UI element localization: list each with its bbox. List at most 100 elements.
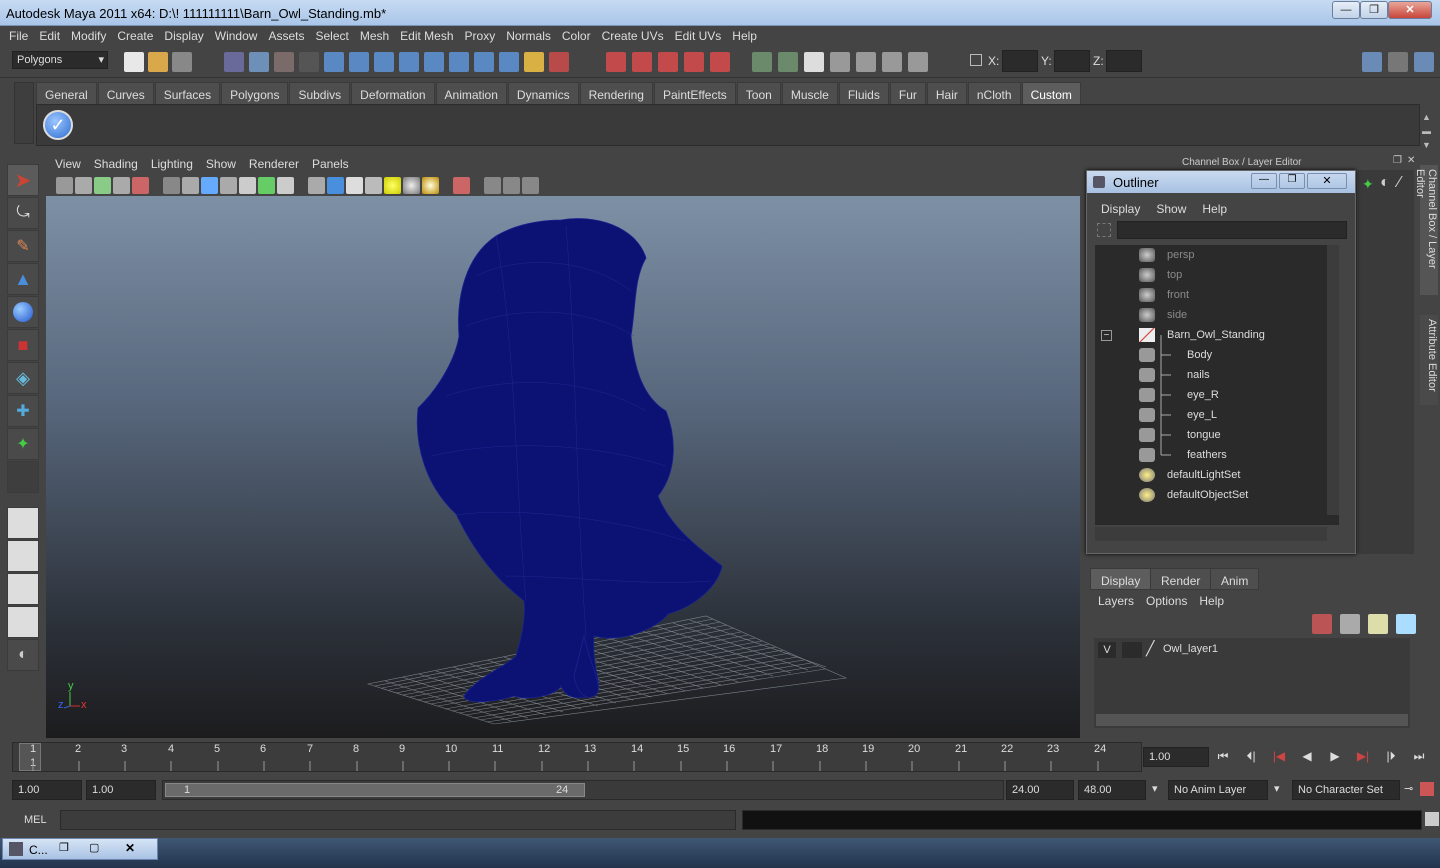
bookmarks-icon[interactable] <box>94 176 111 194</box>
outliner-menu-help[interactable]: Help <box>1202 202 1227 223</box>
joints-mask-icon[interactable] <box>349 52 369 72</box>
render-settings-icon[interactable] <box>908 52 928 72</box>
transform-mode-icon[interactable] <box>970 54 982 66</box>
misc-mask-icon[interactable] <box>499 52 519 72</box>
menu-edit[interactable]: Edit <box>34 26 66 46</box>
list-item[interactable]: Body <box>1095 345 1339 365</box>
outliner-minimize-button[interactable]: — <box>1251 173 1277 189</box>
vp-menu-lighting[interactable]: Lighting <box>146 154 201 174</box>
input-ops-icon[interactable] <box>752 52 772 72</box>
shelf-tab[interactable]: Polygons <box>221 82 289 104</box>
safe-action-icon[interactable] <box>258 176 275 194</box>
camera-attributes-icon[interactable] <box>75 176 92 194</box>
time-slider[interactable]: 1 1 2 3 4 5 6 7 8 9 10 11 12 13 14 15 16… <box>12 742 1142 772</box>
channel-box-toggle-icon[interactable] <box>1414 52 1434 72</box>
list-item[interactable]: tongue <box>1095 425 1339 445</box>
render-view-icon[interactable] <box>830 52 850 72</box>
script-editor-icon[interactable] <box>1425 812 1439 826</box>
menu-edit-uvs[interactable]: Edit UVs <box>670 26 728 46</box>
shelf-tab[interactable]: Deformation <box>351 82 435 104</box>
step-back-key-icon[interactable]: |◀ <box>1268 749 1290 769</box>
layer-name[interactable]: Owl_layer1 <box>1163 643 1218 655</box>
menu-assets[interactable]: Assets <box>263 26 310 46</box>
menu-set-dropdown[interactable]: Polygons ▾ <box>12 51 108 69</box>
curves-mask-icon[interactable] <box>374 52 394 72</box>
attribute-editor-side-tab[interactable]: Attribute Editor <box>1420 315 1438 405</box>
mel-label[interactable]: MEL <box>24 814 47 826</box>
list-item[interactable]: eye_L <box>1095 405 1339 425</box>
grid-icon[interactable] <box>163 176 180 194</box>
shelf-tab[interactable]: Fluids <box>838 82 889 104</box>
chevron-down-icon[interactable]: ▾ <box>1274 782 1280 795</box>
menu-mesh[interactable]: Mesh <box>355 26 395 46</box>
shelf-tab[interactable]: Curves <box>97 82 154 104</box>
shelf-tab[interactable]: Dynamics <box>507 82 579 104</box>
menu-normals[interactable]: Normals <box>501 26 557 46</box>
shelf-tab[interactable]: Rendering <box>579 82 653 104</box>
menu-select[interactable]: Select <box>310 26 354 46</box>
animation-end-field[interactable]: 48.00 <box>1078 780 1146 800</box>
mask-menu-icon[interactable] <box>299 52 319 72</box>
safe-title-icon[interactable] <box>277 176 294 194</box>
textured-icon[interactable] <box>365 176 382 194</box>
scale-tool-icon[interactable]: ■ <box>7 329 39 361</box>
vp-menu-renderer[interactable]: Renderer <box>244 154 307 174</box>
list-item[interactable]: feathers <box>1095 445 1339 465</box>
layer-tab-display[interactable]: Display <box>1090 568 1152 590</box>
snap-curve-icon[interactable] <box>632 52 652 72</box>
graph-layout-icon[interactable] <box>7 606 39 638</box>
shelf-tab[interactable]: nCloth <box>967 82 1021 104</box>
manipulator-tool-icon[interactable]: ◈ <box>7 362 39 394</box>
attribute-editor-toggle-icon[interactable] <box>1362 52 1382 72</box>
film-gate-icon[interactable] <box>182 176 199 194</box>
single-view-layout-icon[interactable] <box>7 507 39 539</box>
current-time-field[interactable]: 1.00 <box>1143 747 1209 767</box>
layer-display-type-toggle[interactable] <box>1122 642 1142 658</box>
layer-hscrollbar[interactable] <box>1096 714 1408 726</box>
vp-menu-view[interactable]: View <box>50 154 89 174</box>
manipulator-icon[interactable]: ✦ <box>1362 176 1374 193</box>
deformations-mask-icon[interactable] <box>424 52 444 72</box>
menu-edit-mesh[interactable]: Edit Mesh <box>395 26 459 46</box>
outliner-menu-show[interactable]: Show <box>1156 202 1186 223</box>
menu-modify[interactable]: Modify <box>66 26 112 46</box>
close-panel-icon[interactable]: ✕ <box>1407 155 1415 166</box>
construction-history-icon[interactable] <box>804 52 824 72</box>
field-chart-icon[interactable] <box>239 176 256 194</box>
list-item[interactable]: defaultObjectSet <box>1095 485 1339 505</box>
outliner-menu-display[interactable]: Display <box>1101 202 1140 223</box>
xray-icon[interactable] <box>484 176 501 194</box>
vp-menu-show[interactable]: Show <box>201 154 244 174</box>
pin-icon[interactable]: ⁄ <box>1398 174 1401 192</box>
shelf-tab[interactable]: PaintEffects <box>653 82 736 104</box>
collapse-icon[interactable]: − <box>1101 330 1112 341</box>
lasso-tool-icon[interactable]: ⤿ <box>7 197 39 229</box>
list-item[interactable]: front <box>1095 285 1339 305</box>
list-item[interactable]: − Barn_Owl_Standing <box>1095 325 1339 345</box>
outliner-close-button[interactable]: ✕ <box>1307 173 1347 189</box>
snap-point-icon[interactable] <box>658 52 678 72</box>
dynamics-mask-icon[interactable] <box>449 52 469 72</box>
list-item[interactable]: defaultLightSet <box>1095 465 1339 485</box>
last-tool-icon[interactable]: ✦ <box>7 428 39 460</box>
go-to-end-icon[interactable]: ⏭ <box>1408 749 1430 769</box>
play-backwards-icon[interactable]: ◀ <box>1296 749 1318 769</box>
make-live-icon[interactable] <box>710 52 730 72</box>
shelf-tab[interactable]: General <box>36 82 97 104</box>
select-tool-icon[interactable]: ➤ <box>7 164 39 196</box>
maximize-button[interactable]: ❐ <box>1360 1 1388 19</box>
new-layer-from-selection-icon[interactable] <box>1396 614 1416 634</box>
float-panel-icon[interactable]: ❐ <box>1393 155 1402 166</box>
perspective-viewport[interactable]: y z x <box>46 196 1080 738</box>
move-tool-icon[interactable]: ▲ <box>7 263 39 295</box>
play-forwards-icon[interactable]: ▶ <box>1324 749 1346 769</box>
image-plane-icon[interactable] <box>113 176 130 194</box>
rendering-mask-icon[interactable] <box>474 52 494 72</box>
shelf-scroll-arrows[interactable]: ▲ ▬ ▼ <box>1422 110 1431 152</box>
open-scene-icon[interactable] <box>148 52 168 72</box>
shelf-tab[interactable]: Hair <box>926 82 967 104</box>
anim-layer-dropdown[interactable]: No Anim Layer <box>1168 780 1268 800</box>
list-item[interactable]: persp <box>1095 245 1339 265</box>
layer-tab-render[interactable]: Render <box>1150 568 1212 590</box>
output-ops-icon[interactable] <box>778 52 798 72</box>
